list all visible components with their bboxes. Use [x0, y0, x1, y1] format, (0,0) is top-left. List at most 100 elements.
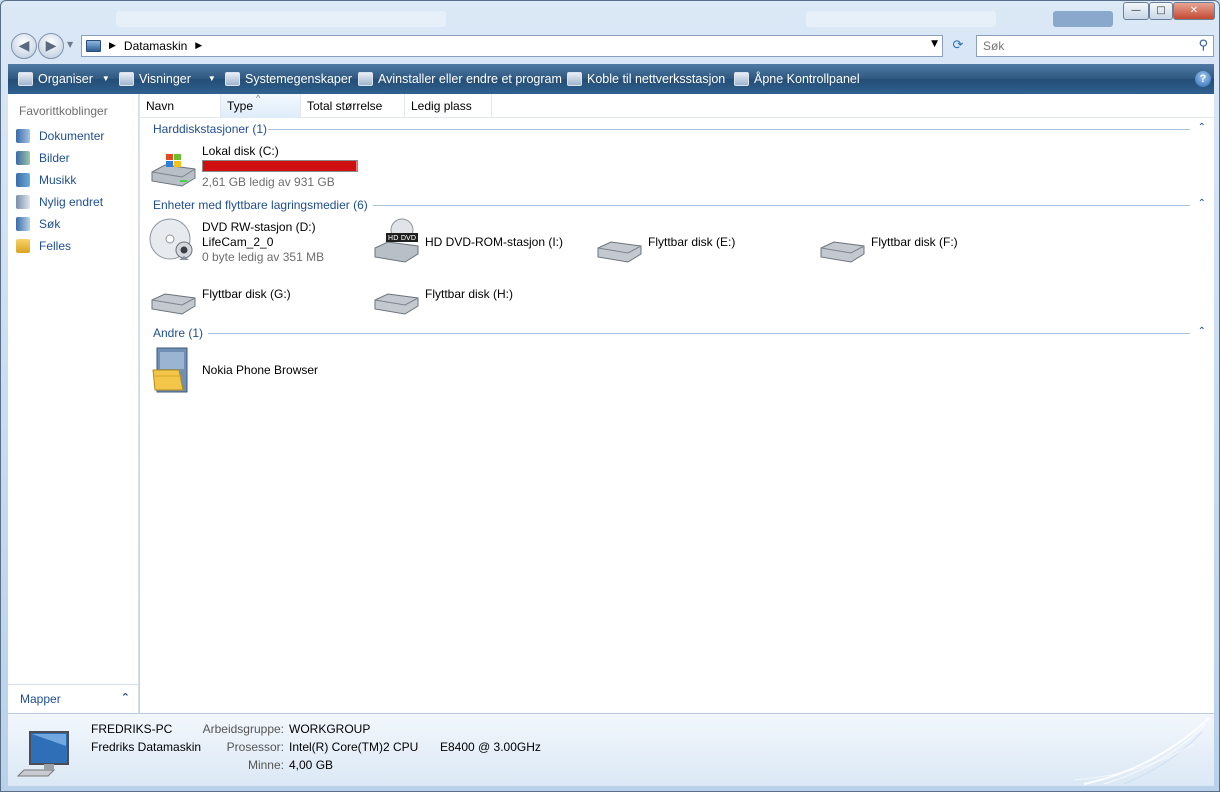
uninstall-program-button[interactable]: Avinstaller eller endre et program	[358, 64, 562, 94]
hd-dvd-drive-icon: HD DVD	[374, 218, 419, 263]
folder-icon	[16, 239, 30, 253]
sidebar-item-music[interactable]: Musikk	[16, 170, 76, 190]
drive-item-g[interactable]: Flyttbar disk (G:)	[149, 270, 364, 318]
address-dropdown-icon[interactable]: ▼	[931, 39, 938, 49]
uninstall-icon	[358, 72, 373, 86]
sidebar-item-documents[interactable]: Dokumenter	[16, 126, 104, 146]
chevron-up-icon[interactable]: ⌃	[1198, 198, 1206, 209]
views-button[interactable]: Visninger ▼	[119, 64, 216, 94]
decorative-swoosh	[1074, 717, 1210, 785]
network-drive-icon	[567, 72, 582, 86]
column-header-free-space[interactable]: Ledig plass	[405, 94, 492, 118]
system-properties-icon	[225, 72, 240, 86]
processor-model: E8400 @ 3.00GHz	[440, 740, 541, 754]
title-bar: — □ ✕	[1, 1, 1219, 31]
drive-item-d[interactable]: DVD RW-stasjon (D:) LifeCam_2_0 0 byte l…	[149, 218, 364, 266]
chevron-down-icon: ▼	[101, 74, 110, 83]
drive-item-c[interactable]: Lokal disk (C:) 2,61 GB ledig av 931 GB	[149, 144, 369, 194]
group-header-hdd[interactable]: Harddiskstasjoner (1)	[153, 120, 267, 138]
drive-free-space: 2,61 GB ledig av 931 GB	[202, 175, 335, 189]
chevron-up-icon[interactable]: ⌃	[1198, 326, 1206, 337]
column-header-name[interactable]: Navn	[140, 94, 221, 118]
system-properties-button[interactable]: Systemegenskaper	[225, 64, 352, 94]
search-input[interactable]	[977, 36, 1177, 56]
hard-drive-windows-icon	[151, 154, 196, 187]
open-control-panel-button[interactable]: Åpne Kontrollpanel	[734, 64, 860, 94]
breadcrumb-separator-icon[interactable]: ▶	[109, 41, 116, 51]
drive-free-space: 0 byte ledig av 351 MB	[202, 250, 325, 264]
back-button[interactable]: ◀	[11, 33, 37, 59]
group-divider	[373, 205, 1190, 206]
sidebar-item-shared[interactable]: Felles	[16, 236, 71, 256]
device-item-nokia[interactable]: Nokia Phone Browser	[149, 346, 364, 394]
memory-label: Minne:	[247, 758, 284, 772]
disk-usage-bar	[202, 160, 358, 172]
sidebar-item-search[interactable]: Søk	[16, 214, 60, 234]
drive-label: LifeCam_2_0	[202, 235, 274, 249]
sidebar-item-pictures[interactable]: Bilder	[16, 148, 70, 168]
control-panel-icon	[734, 72, 749, 86]
search-box[interactable]: ⚲	[976, 35, 1214, 57]
breadcrumb-location[interactable]: Datamaskin	[124, 39, 187, 53]
removable-disk-icon	[151, 293, 196, 315]
organize-icon	[18, 72, 33, 86]
refresh-icon[interactable]: ⟳	[947, 35, 969, 57]
recently-changed-icon	[16, 195, 30, 209]
favorite-links-title: Favorittkoblinger	[19, 104, 108, 118]
address-bar[interactable]: ▶ Datamaskin ▶ ▼	[81, 35, 943, 57]
organize-button[interactable]: Organiser ▼	[18, 64, 110, 94]
chevron-down-icon: ▼	[207, 74, 216, 83]
group-header-other[interactable]: Andre (1)	[153, 324, 203, 342]
memory-value: 4,00 GB	[289, 758, 334, 772]
recent-pages-dropdown[interactable]: ▼	[67, 40, 73, 49]
removable-disk-icon	[820, 241, 865, 263]
drive-name: Flyttbar disk (E:)	[648, 235, 736, 249]
drive-name: Flyttbar disk (G:)	[202, 287, 291, 301]
computer-icon	[16, 731, 69, 777]
minimize-button[interactable]: —	[1123, 2, 1149, 20]
forward-button[interactable]: ▶	[38, 33, 64, 59]
hd-dvd-badge: HD DVD	[388, 234, 416, 242]
search-icon[interactable]: ⚲	[1198, 38, 1208, 53]
column-header-total-size[interactable]: Total størrelse	[301, 94, 405, 118]
computer-name: FREDRIKS-PC	[91, 722, 173, 736]
details-pane: FREDRIKS-PC Fredriks Datamaskin Arbeidsg…	[8, 713, 1214, 786]
search-icon	[16, 217, 30, 231]
processor-value: Intel(R) Core(TM)2 CPU	[289, 740, 419, 754]
column-header-type[interactable]: Type ^	[221, 93, 301, 118]
drive-item-e[interactable]: Flyttbar disk (E:)	[595, 218, 810, 266]
navigation-pane: Favorittkoblinger Dokumenter Bilder Musi…	[8, 94, 139, 713]
processor-label: Prosessor:	[226, 740, 284, 754]
close-button[interactable]: ✕	[1173, 2, 1215, 20]
views-icon	[119, 72, 134, 86]
drive-item-i[interactable]: HD DVD HD DVD-ROM-stasjon (I:)	[372, 218, 587, 266]
drive-name: Flyttbar disk (H:)	[425, 287, 514, 301]
background-ghost	[116, 11, 446, 27]
dvd-drive-webcam-icon	[149, 218, 193, 260]
group-header-removable[interactable]: Enheter med flyttbare lagringsmedier (6)	[153, 196, 368, 214]
folders-toggle[interactable]: Mapper ⌃	[8, 684, 138, 713]
command-toolbar: Organiser ▼ Visninger ▼ Systemegenskaper A…	[8, 64, 1214, 94]
drive-name: Flyttbar disk (F:)	[871, 235, 958, 249]
sort-ascending-icon: ^	[256, 93, 261, 103]
sidebar-item-recently-changed[interactable]: Nylig endret	[16, 192, 103, 212]
background-ghost	[806, 11, 996, 27]
drive-name: HD DVD-ROM-stasjon (I:)	[425, 235, 564, 249]
maximize-button[interactable]: □	[1149, 2, 1173, 20]
breadcrumb-separator-icon[interactable]: ▶	[195, 41, 202, 51]
pictures-icon	[16, 151, 30, 165]
removable-disk-icon	[374, 293, 419, 315]
drive-item-f[interactable]: Flyttbar disk (F:)	[818, 218, 1033, 266]
folders-label: Mapper	[20, 692, 61, 706]
chevron-up-icon[interactable]: ⌃	[1198, 122, 1206, 133]
map-network-drive-button[interactable]: Koble til nettverksstasjon	[567, 64, 725, 94]
file-cabinet-icon	[152, 347, 188, 393]
workgroup-label: Arbeidsgruppe:	[202, 722, 284, 736]
explorer-window: — □ ✕ ◀ ▶ ▼ ▶ Datamaskin ▶ ▼ ⟳ ⚲ Organis…	[0, 0, 1220, 792]
drive-name: Lokal disk (C:)	[202, 144, 279, 158]
background-ghost	[1053, 11, 1113, 27]
removable-disk-icon	[597, 241, 642, 263]
drive-item-h[interactable]: Flyttbar disk (H:)	[372, 270, 587, 318]
help-icon[interactable]: ?	[1195, 71, 1211, 87]
group-divider	[208, 333, 1190, 334]
